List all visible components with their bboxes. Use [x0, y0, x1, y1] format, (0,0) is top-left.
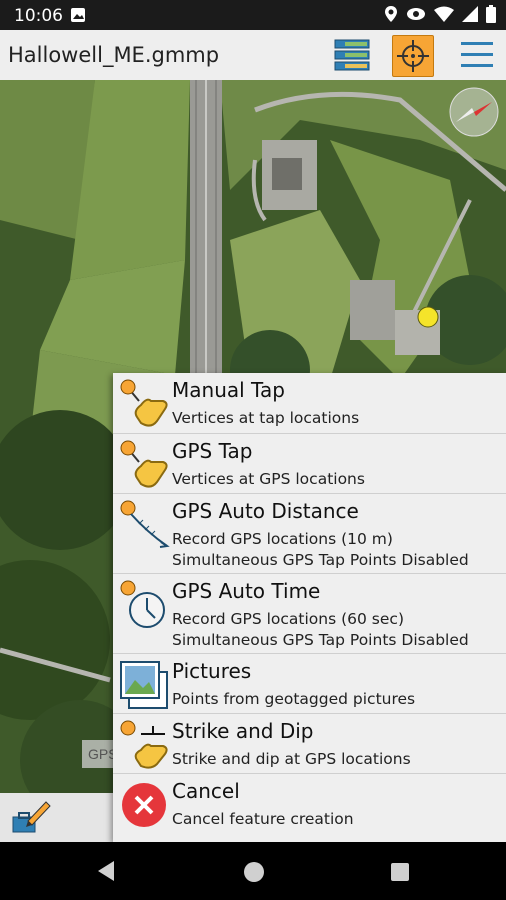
menu-item-subtitle: Record GPS locations (60 sec) — [172, 610, 404, 628]
menu-item-title: Pictures — [172, 659, 252, 683]
recents-icon[interactable] — [390, 862, 410, 882]
eye-icon — [406, 6, 426, 27]
menu-item-title: Strike and Dip — [172, 719, 314, 743]
menu-item-subtitle: Vertices at tap locations — [172, 409, 360, 427]
status-bar: 10:06 — [0, 0, 506, 30]
layers-button[interactable] — [331, 34, 373, 76]
menu-item-manual-tap[interactable]: Manual Tap Vertices at tap locations — [113, 373, 506, 433]
menu-item-gps-auto-distance[interactable]: GPS Auto Distance Record GPS locations (… — [113, 493, 506, 573]
manual-tap-icon — [120, 379, 168, 427]
menu-item-subtitle: Record GPS locations (10 m) — [172, 530, 393, 548]
menu-item-title: GPS Tap — [172, 439, 253, 463]
gps-target-icon — [397, 40, 429, 72]
menu-item-subtitle: Vertices at GPS locations — [172, 470, 365, 488]
menu-item-strike-and-dip[interactable]: Strike and Dip Strike and dip at GPS loc… — [113, 713, 506, 773]
strike-dip-icon — [120, 720, 168, 769]
wifi-icon — [434, 6, 454, 27]
menu-item-cancel[interactable]: Cancel Cancel feature creation — [113, 773, 506, 842]
feature-creation-menu: Manual Tap Vertices at tap locations GPS… — [113, 373, 506, 842]
gps-auto-time-icon — [120, 580, 165, 628]
back-icon[interactable] — [96, 860, 116, 882]
system-nav-bar — [0, 842, 506, 900]
edit-tool-panel — [0, 793, 113, 842]
gps-map-label: GPS — [82, 740, 118, 768]
gps-auto-distance-icon — [120, 500, 170, 548]
edit-tool-button[interactable] — [10, 799, 52, 842]
menu-item-title: Cancel — [172, 779, 240, 803]
home-icon[interactable] — [242, 860, 266, 884]
battery-icon — [486, 5, 496, 28]
menu-item-subtitle: Strike and dip at GPS locations — [172, 750, 411, 768]
menu-item-note: Simultaneous GPS Tap Points Disabled — [172, 631, 469, 649]
image-icon — [70, 7, 86, 28]
menu-item-gps-auto-time[interactable]: GPS Auto Time Record GPS locations (60 s… — [113, 573, 506, 653]
edit-pencil-toolbox-icon — [12, 801, 51, 833]
menu-item-title: Manual Tap — [172, 378, 285, 402]
menu-item-title: GPS Auto Time — [172, 579, 321, 603]
layers-icon — [334, 39, 370, 71]
signal-icon — [462, 6, 478, 27]
menu-button[interactable] — [456, 34, 498, 76]
menu-item-subtitle: Points from geotagged pictures — [172, 690, 416, 708]
menu-item-note: Simultaneous GPS Tap Points Disabled — [172, 551, 469, 569]
menu-item-pictures[interactable]: Pictures Points from geotagged pictures — [113, 653, 506, 713]
pictures-icon — [120, 661, 168, 709]
menu-item-gps-tap[interactable]: GPS Tap Vertices at GPS locations — [113, 433, 506, 493]
location-icon — [384, 5, 398, 28]
gps-button[interactable] — [392, 35, 434, 77]
gps-tap-icon — [120, 440, 168, 488]
cancel-icon — [122, 783, 166, 827]
menu-item-subtitle: Cancel feature creation — [172, 810, 354, 828]
app-toolbar: Hallowell_ME.gmmp — [0, 30, 506, 80]
menu-item-title: GPS Auto Distance — [172, 499, 359, 523]
app-title: Hallowell_ME.gmmp — [8, 43, 220, 67]
status-time: 10:06 — [14, 6, 63, 26]
hamburger-menu-icon — [461, 42, 493, 67]
